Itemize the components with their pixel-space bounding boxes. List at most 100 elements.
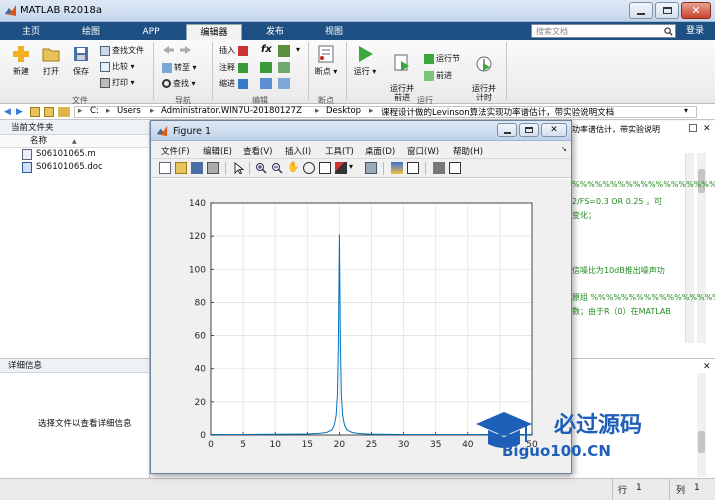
function-browser-icon[interactable] [278, 45, 290, 57]
wrap-comment-icon[interactable] [278, 62, 290, 73]
menu-view[interactable]: 查看(V) [243, 145, 272, 157]
close-button[interactable]: ✕ [681, 2, 711, 19]
search-documentation-input[interactable]: 搜索文档 [531, 24, 676, 38]
up-folder-icon[interactable] [30, 107, 40, 117]
find-files-button[interactable]: 查找文件 [100, 45, 144, 57]
address-bar: ◀ ▶ ▸ C: ▸ Users ▸ Administrator.WIN7U-2… [0, 104, 715, 120]
menu-file[interactable]: 文件(F) [161, 145, 190, 157]
run-time-stopwatch-icon [476, 56, 492, 72]
increase-indent-icon[interactable] [260, 78, 272, 89]
zoom-in-icon[interactable] [255, 162, 267, 174]
tab-publish[interactable]: 发布 [252, 24, 298, 40]
comment-button[interactable]: 注释 [219, 62, 250, 74]
advance-icon [424, 70, 434, 81]
compare-button[interactable]: 比较 ▾ [100, 61, 135, 73]
colorbar-icon[interactable] [391, 162, 403, 174]
path-dropdown-icon[interactable]: ▾ [684, 106, 688, 115]
save-button[interactable]: 保存 [66, 44, 96, 77]
menu-tools[interactable]: 工具(T) [325, 145, 354, 157]
browse-folder-icon[interactable] [44, 107, 54, 117]
back-arrow-icon[interactable]: ◀ [4, 107, 11, 117]
fx-button[interactable]: fx [261, 44, 272, 56]
menu-dock-icon[interactable]: ↘ [561, 145, 567, 153]
command-scrollbar-thumb[interactable] [698, 431, 705, 453]
editor-close-icon[interactable]: ✕ [703, 124, 711, 134]
path-crumb[interactable]: Desktop [326, 106, 361, 116]
tab-view[interactable]: 视图 [311, 24, 357, 40]
figure-maximize-button[interactable] [519, 123, 539, 137]
file-item[interactable]: S06101065.m [0, 148, 149, 161]
open-file-icon[interactable] [175, 162, 187, 174]
goto-icon [162, 62, 172, 73]
link-plot-icon[interactable] [365, 162, 377, 174]
find-button[interactable]: 查找 ▾ [162, 78, 196, 90]
legend-icon[interactable] [407, 162, 419, 174]
path-crumb[interactable]: Users [117, 106, 141, 116]
tab-apps[interactable]: APP [128, 24, 174, 40]
save-figure-icon[interactable] [191, 162, 203, 174]
code-line: 原组 %%%%%%%%%%%%%%%%%% [572, 293, 715, 302]
editor-minimize-button[interactable] [689, 124, 697, 132]
code-line: 变化； [572, 211, 596, 220]
x-tick-label: 20 [334, 440, 346, 450]
run-and-time-button[interactable]: 运行并 计时 [469, 44, 499, 102]
new-figure-icon[interactable] [159, 162, 171, 174]
zoom-out-icon[interactable] [271, 162, 283, 174]
forward-arrow-icon[interactable]: ▶ [16, 107, 23, 117]
status-divider [612, 479, 613, 500]
editor-tab-title[interactable]: 功率谱估计，带实验说明 [572, 124, 660, 135]
hide-plot-tools-icon[interactable] [433, 162, 445, 174]
edit-dropdown-icon[interactable]: ▾ [296, 45, 300, 54]
m-file-icon [22, 149, 32, 160]
name-column-header[interactable]: 名称 ▲ [0, 135, 149, 148]
command-scrollbar[interactable] [697, 373, 706, 477]
rotate-3d-icon[interactable] [303, 162, 315, 174]
command-window-close-icon[interactable]: ✕ [703, 362, 711, 372]
breakpoints-button[interactable]: 断点 ▾ [311, 44, 341, 77]
indent-button[interactable]: 缩进 [219, 78, 250, 90]
status-divider [669, 479, 670, 500]
data-cursor-icon[interactable] [319, 162, 331, 174]
figure-close-button[interactable]: ✕ [541, 123, 567, 137]
menu-insert[interactable]: 插入(I) [285, 145, 311, 157]
decrease-indent-icon[interactable] [278, 78, 290, 89]
brush-dropdown-icon[interactable]: ▾ [349, 162, 353, 171]
print-figure-icon[interactable] [207, 162, 219, 174]
path-crumb[interactable]: C: [90, 106, 99, 116]
row-value: 1 [636, 483, 642, 493]
insert-button[interactable]: 插入 [219, 45, 250, 57]
file-item[interactable]: S06101065.doc [0, 161, 149, 174]
brush-icon[interactable] [335, 162, 347, 174]
print-button[interactable]: 打印 ▾ [100, 77, 135, 89]
path-crumb[interactable]: 课程设计做的Levinson算法实现功率谱估计，带实验说明文档 [381, 106, 614, 118]
figure-minimize-button[interactable] [497, 123, 517, 137]
pan-hand-icon[interactable]: ✋ [287, 162, 299, 174]
watermark-url: Biguo100.CN [502, 442, 611, 460]
advance-button[interactable]: 前进 [424, 70, 452, 82]
uncomment-icon[interactable] [260, 62, 272, 73]
tab-editor[interactable]: 编辑器 [186, 24, 242, 40]
menu-window[interactable]: 窗口(W) [407, 145, 439, 157]
open-button[interactable]: 打开 [36, 44, 66, 77]
tab-plots[interactable]: 绘图 [68, 24, 114, 40]
maximize-button[interactable] [655, 2, 679, 19]
run-button[interactable]: 运行 ▾ [350, 44, 380, 77]
run-section-button[interactable]: 运行节 [424, 53, 460, 65]
back-forward-arrows-icon[interactable] [162, 45, 192, 55]
search-icon[interactable] [664, 27, 673, 36]
tab-home[interactable]: 主页 [8, 24, 54, 40]
run-and-time-label: 运行并 计时 [472, 84, 496, 102]
goto-button[interactable]: 转至 ▾ [162, 62, 197, 74]
run-and-advance-button[interactable]: 运行并 前进 [387, 44, 417, 102]
show-plot-tools-icon[interactable] [449, 162, 461, 174]
pointer-icon[interactable] [233, 162, 245, 174]
minimize-button[interactable] [629, 2, 653, 19]
toolbar-separator [249, 162, 250, 175]
menu-edit[interactable]: 编辑(E) [203, 145, 232, 157]
new-button[interactable]: 新建 [6, 44, 36, 77]
x-tick-label: 40 [462, 440, 474, 450]
login-link[interactable]: 登录 [680, 24, 710, 38]
menu-help[interactable]: 帮助(H) [453, 145, 483, 157]
menu-desktop[interactable]: 桌面(D) [365, 145, 395, 157]
path-crumb[interactable]: Administrator.WIN7U-20180127Z [161, 106, 302, 116]
